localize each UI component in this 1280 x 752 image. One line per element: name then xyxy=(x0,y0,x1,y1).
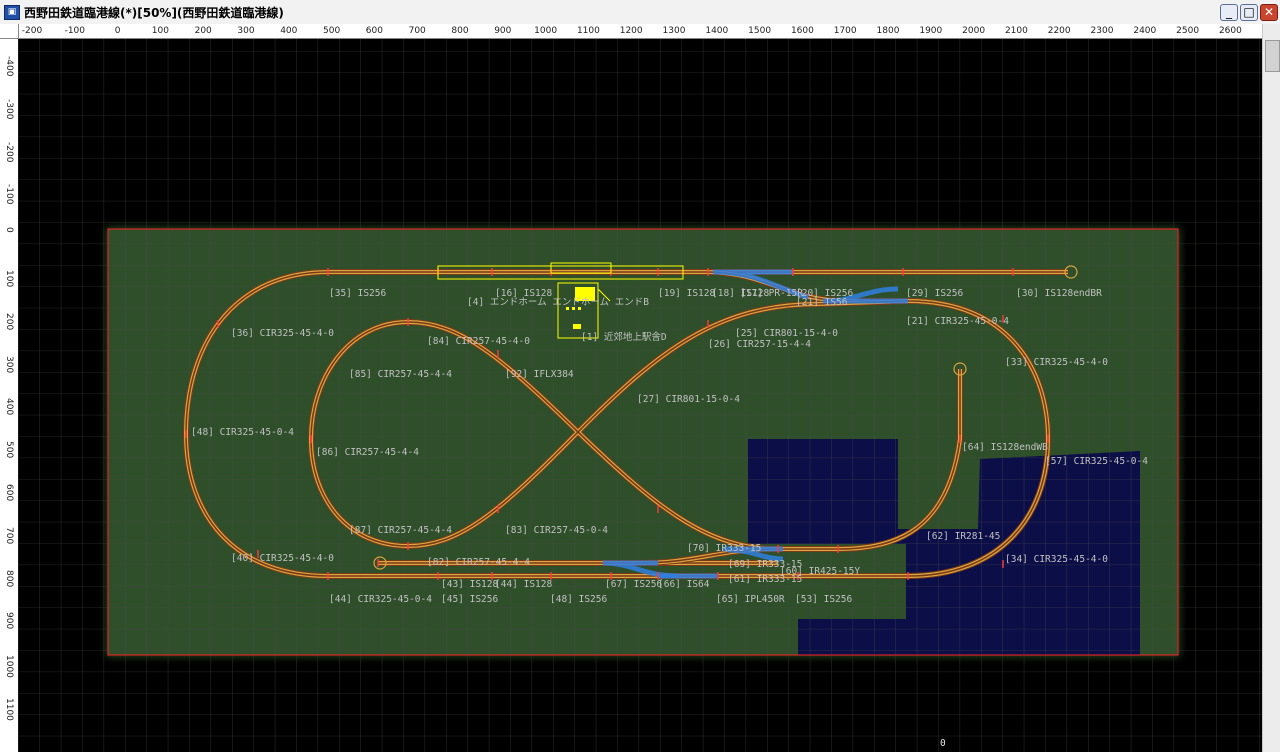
track-label-l44b[interactable]: [44] CIR325-45-0-4 xyxy=(329,594,432,605)
ruler-x-tick: 800 xyxy=(451,26,469,36)
ruler-x-tick: 1400 xyxy=(705,26,729,36)
ruler-x-tick: 1900 xyxy=(919,26,943,36)
ruler-x-tick: 2400 xyxy=(1133,26,1157,36)
ruler-x-tick: 200 xyxy=(194,26,212,36)
track-label-l21[interactable]: [21] CIR325-45-0-4 xyxy=(906,316,1009,327)
ruler-y-tick: 900 xyxy=(4,612,14,630)
ruler-y-tick: 800 xyxy=(4,569,14,587)
ruler-y-tick: 700 xyxy=(4,526,14,544)
ruler-y-tick: -300 xyxy=(4,98,14,120)
ruler-y-tick: 300 xyxy=(4,355,14,373)
track-label-l16[interactable]: [16] IS128 xyxy=(495,288,552,299)
ruler-x-tick: 1600 xyxy=(790,26,814,36)
ruler-y-tick: 200 xyxy=(4,312,14,330)
track-label-l27[interactable]: [27] CIR801-15-0-4 xyxy=(637,394,740,405)
ruler-x-tick: 100 xyxy=(151,26,169,36)
track-label-l33[interactable]: [33] CIR325-45-4-0 xyxy=(1005,357,1108,368)
track-label-l82[interactable]: [82] CIR257-45-4-4 xyxy=(427,557,530,568)
track-label-l53[interactable]: [53] IS256 xyxy=(795,594,852,605)
ruler-x-tick: 1100 xyxy=(576,26,600,36)
ruler-x-tick: 1800 xyxy=(876,26,900,36)
ruler-x-tick: 2500 xyxy=(1176,26,1200,36)
track-label-l83[interactable]: [83] CIR257-45-0-4 xyxy=(505,525,608,536)
vertical-ruler: -400 -300 -200 -100 0 100 200 300 400 500 600 700 80… xyxy=(0,24,19,752)
ruler-x-tick: -200 xyxy=(21,26,43,36)
ruler-x-tick: 2200 xyxy=(1047,26,1071,36)
ruler-y-tick: 1000 xyxy=(4,655,14,679)
origin-marker: 0 xyxy=(940,738,946,749)
ruler-x-tick: 0 xyxy=(114,26,121,36)
track-label-l70[interactable]: [70] IR333-15 xyxy=(687,543,761,554)
track-label-l48[interactable]: [48] IS256 xyxy=(550,594,607,605)
track-label-l61[interactable]: [61] IR333-15 xyxy=(728,574,802,585)
vertical-scrollbar[interactable] xyxy=(1262,24,1280,752)
ruler-corner xyxy=(0,24,19,39)
track-label-l45[interactable]: [45] IS256 xyxy=(441,594,498,605)
train-icon: ▣ xyxy=(4,5,20,20)
ruler-x-tick: 1700 xyxy=(833,26,857,36)
track-label-l67[interactable]: [67] IS256 xyxy=(605,579,662,590)
track-label-l35[interactable]: [35] IS256 xyxy=(329,288,386,299)
horizontal-ruler: -200 -100 0 100 200 300 400 500 600 700 800 900 1000… xyxy=(18,24,1262,39)
track-label-l62[interactable]: [62] IR281-45 xyxy=(926,531,1000,542)
minimize-button[interactable]: _ xyxy=(1220,4,1238,21)
station-door xyxy=(573,324,581,329)
window-titlebar: ▣ 西野田鉄道臨港線(*)[50%](西野田鉄道臨港線) _ □ ✕ xyxy=(0,0,1280,25)
layout-svg[interactable]: [35] IS256 [36] CIR325-45-4-0 [48] CIR325-… xyxy=(18,39,1262,752)
ruler-y-tick: 0 xyxy=(4,227,14,233)
track-label-l17[interactable]: [17] PR-15R xyxy=(740,288,803,299)
ruler-x-tick: 1200 xyxy=(619,26,643,36)
track-label-l19[interactable]: [19] IS128 xyxy=(658,288,715,299)
ruler-x-tick: 700 xyxy=(408,26,426,36)
track-label-l40[interactable]: [40] CIR325-45-4-0 xyxy=(231,553,334,564)
ruler-x-tick: 400 xyxy=(280,26,298,36)
track-label-l43[interactable]: [43] IS128 xyxy=(441,579,498,590)
ruler-y-tick: -100 xyxy=(4,184,14,205)
ruler-y-tick: -400 xyxy=(4,56,14,77)
track-label-l48a[interactable]: [48] CIR325-45-0-4 xyxy=(191,427,294,438)
ruler-y-tick: -200 xyxy=(4,141,14,163)
track-label-l44[interactable]: [44] IS128 xyxy=(495,579,552,590)
ruler-y-tick: 100 xyxy=(4,270,14,288)
ruler-x-tick: 2300 xyxy=(1090,26,1114,36)
ruler-y-tick: 500 xyxy=(4,441,14,459)
ruler-y-tick: 400 xyxy=(4,398,14,416)
track-label-l84[interactable]: [84] CIR257-45-4-0 xyxy=(427,336,530,347)
ruler-x-tick: 1000 xyxy=(534,26,558,36)
maximize-button[interactable]: □ xyxy=(1240,4,1258,21)
ruler-x-tick: 2600 xyxy=(1218,26,1242,36)
track-label-l85[interactable]: [85] CIR257-45-4-4 xyxy=(349,369,452,380)
close-button[interactable]: ✕ xyxy=(1260,4,1278,21)
track-label-l1[interactable]: [1] 近郊地上駅舎D xyxy=(581,331,667,343)
track-label-l36[interactable]: [36] CIR325-45-4-0 xyxy=(231,328,334,339)
ruler-x-tick: 2000 xyxy=(962,26,986,36)
track-label-l66[interactable]: [66] IS64 xyxy=(658,579,710,590)
track-label-l26[interactable]: [26] CIR257-15-4-4 xyxy=(708,339,811,350)
ruler-y-tick: 600 xyxy=(4,484,14,502)
track-label-l57[interactable]: [57] CIR325-45-0-4 xyxy=(1045,456,1148,467)
ruler-x-tick: 1500 xyxy=(748,26,772,36)
ruler-y-tick: 1100 xyxy=(4,698,14,721)
layout-canvas[interactable]: [35] IS256 [36] CIR325-45-4-0 [48] CIR325-… xyxy=(18,39,1262,752)
track-label-l21x[interactable]: [21] IS56 xyxy=(796,297,848,308)
track-label-l34[interactable]: [34] CIR325-45-4-0 xyxy=(1005,554,1108,565)
ruler-x-tick: 600 xyxy=(365,26,383,36)
ruler-x-tick: 2100 xyxy=(1004,26,1028,36)
track-label-l64[interactable]: [64] IS128endWB xyxy=(962,442,1048,453)
track-label-l65[interactable]: [65] IPL450R xyxy=(716,594,785,605)
track-label-l86[interactable]: [86] CIR257-45-4-4 xyxy=(316,447,419,458)
track-label-l87[interactable]: [87] CIR257-45-4-4 xyxy=(349,525,452,536)
ruler-x-tick: 1300 xyxy=(662,26,686,36)
track-label-l92[interactable]: [92] IFLX384 xyxy=(505,369,574,380)
ruler-x-tick: -100 xyxy=(64,26,86,36)
track-label-l30[interactable]: [30] IS128endBR xyxy=(1016,288,1102,299)
scrollbar-thumb[interactable] xyxy=(1265,40,1280,72)
track-label-l25[interactable]: [25] CIR801-15-4-0 xyxy=(735,328,838,339)
ruler-x-tick: 300 xyxy=(237,26,255,36)
window-title: 西野田鉄道臨港線(*)[50%](西野田鉄道臨港線) xyxy=(24,6,284,20)
ruler-x-tick: 500 xyxy=(323,26,341,36)
track-label-l29[interactable]: [29] IS256 xyxy=(906,288,963,299)
ruler-x-tick: 900 xyxy=(494,26,512,36)
